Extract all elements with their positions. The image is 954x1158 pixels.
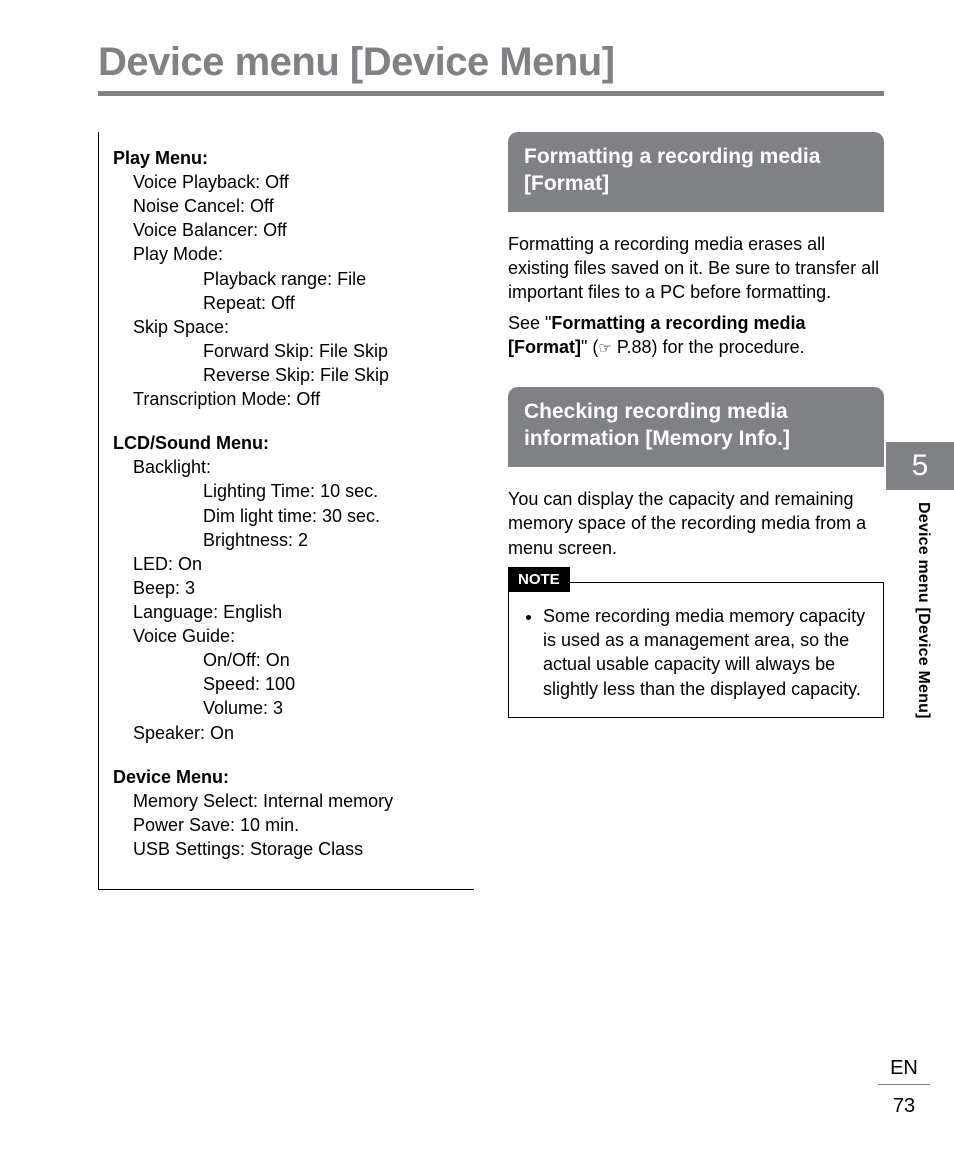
memory-info-body-text: You can display the capacity and remaini… bbox=[508, 487, 884, 560]
setting-item: Noise Cancel: Off bbox=[113, 194, 470, 218]
note-bullet: Some recording media memory capacity is … bbox=[543, 604, 869, 701]
setting-subitem: Reverse Skip: File Skip bbox=[113, 363, 470, 387]
see-prefix: See " bbox=[508, 313, 551, 333]
see-suffix-1: " ( bbox=[581, 337, 598, 357]
title-rule bbox=[98, 91, 884, 96]
format-section-heading: Formatting a recording media [Format] bbox=[508, 132, 884, 212]
setting-subitem: Repeat: Off bbox=[113, 291, 470, 315]
setting-subitem: Playback range: File bbox=[113, 267, 470, 291]
pointer-icon: ☞ bbox=[598, 340, 611, 357]
note-box: NOTE Some recording media memory capacit… bbox=[508, 582, 884, 718]
note-label: NOTE bbox=[508, 567, 570, 592]
page-footer: EN 73 bbox=[878, 1057, 930, 1118]
setting-subitem: Volume: 3 bbox=[113, 696, 470, 720]
setting-subitem: Forward Skip: File Skip bbox=[113, 339, 470, 363]
see-suffix-2: P.88) for the procedure. bbox=[612, 337, 805, 357]
format-see-reference: See "Formatting a recording media [Forma… bbox=[508, 311, 884, 360]
setting-subitem: Lighting Time: 10 sec. bbox=[113, 479, 470, 503]
setting-item: Skip Space: bbox=[113, 315, 470, 339]
setting-item: Speaker: On bbox=[113, 721, 470, 745]
memory-info-section-heading: Checking recording media information [Me… bbox=[508, 387, 884, 467]
setting-item: USB Settings: Storage Class bbox=[113, 837, 470, 861]
page-title: Device menu [Device Menu] bbox=[98, 40, 884, 85]
chapter-number: 5 bbox=[886, 442, 954, 490]
setting-item: Transcription Mode: Off bbox=[113, 387, 470, 411]
setting-item: Beep: 3 bbox=[113, 576, 470, 600]
lcd-sound-heading: LCD/Sound Menu: bbox=[113, 431, 470, 455]
setting-item: Voice Playback: Off bbox=[113, 170, 470, 194]
footer-page-number: 73 bbox=[878, 1085, 930, 1118]
setting-subitem: Speed: 100 bbox=[113, 672, 470, 696]
setting-item: Voice Guide: bbox=[113, 624, 470, 648]
setting-subitem: Brightness: 2 bbox=[113, 528, 470, 552]
settings-box: Play Menu: Voice Playback: Off Noise Can… bbox=[98, 132, 474, 890]
setting-item: Backlight: bbox=[113, 455, 470, 479]
setting-subitem: On/Off: On bbox=[113, 648, 470, 672]
setting-item: LED: On bbox=[113, 552, 470, 576]
chapter-tab-label: Device menu [Device Menu] bbox=[914, 502, 932, 719]
play-menu-heading: Play Menu: bbox=[113, 146, 470, 170]
setting-item: Language: English bbox=[113, 600, 470, 624]
setting-item: Voice Balancer: Off bbox=[113, 218, 470, 242]
setting-item: Play Mode: bbox=[113, 242, 470, 266]
format-body-text: Formatting a recording media erases all … bbox=[508, 232, 884, 305]
device-menu-heading: Device Menu: bbox=[113, 765, 470, 789]
setting-item: Memory Select: Internal memory bbox=[113, 789, 470, 813]
footer-language: EN bbox=[878, 1057, 930, 1085]
setting-subitem: Dim light time: 30 sec. bbox=[113, 504, 470, 528]
setting-item: Power Save: 10 min. bbox=[113, 813, 470, 837]
